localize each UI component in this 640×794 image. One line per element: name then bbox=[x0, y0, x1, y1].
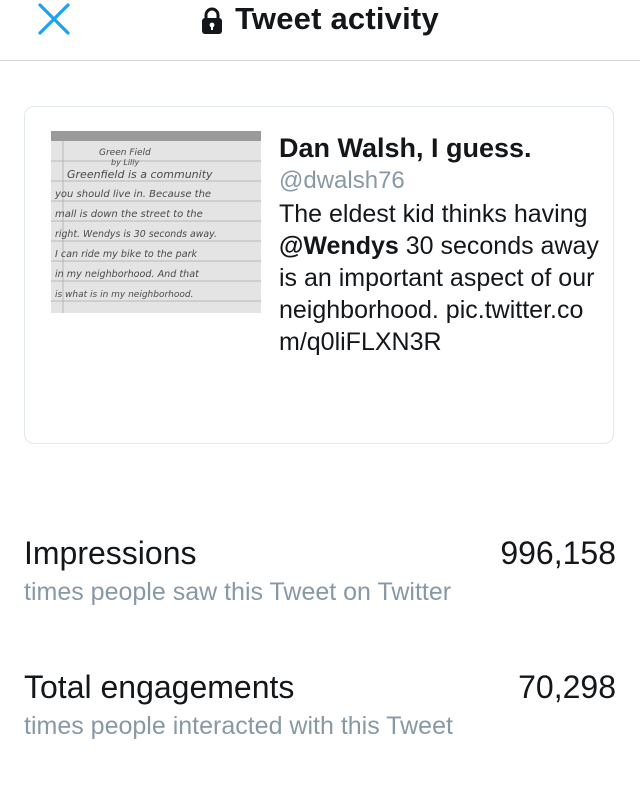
note-line: I can ride my bike to the park bbox=[55, 249, 198, 260]
metric-row: Total engagements 70,298 bbox=[24, 668, 616, 706]
tweet-card[interactable]: Green Field by Lilly Greenfield is a com… bbox=[24, 106, 614, 444]
note-line: Greenfield is a community bbox=[67, 168, 213, 181]
tweet-body: The eldest kid thinks having @Wendys 30 … bbox=[279, 198, 599, 358]
page-title: Tweet activity bbox=[235, 1, 439, 36]
header-bar: Tweet activity bbox=[0, 0, 640, 61]
impressions-metric: Impressions 996,158 times people saw thi… bbox=[24, 534, 616, 608]
note-line: mall is down the street to the bbox=[55, 209, 203, 220]
metric-label: Impressions bbox=[24, 535, 197, 571]
note-line: Green Field bbox=[99, 148, 151, 158]
handwritten-note-image: Green Field by Lilly Greenfield is a com… bbox=[51, 131, 261, 313]
metric-value: 70,298 bbox=[518, 669, 616, 705]
tweet-text-before: The eldest kid thinks having bbox=[279, 200, 588, 228]
tweet-image[interactable]: Green Field by Lilly Greenfield is a com… bbox=[51, 131, 261, 313]
metric-value: 996,158 bbox=[500, 535, 616, 571]
header-title-group: Tweet activity bbox=[0, 0, 640, 38]
mention-link[interactable]: @Wendys bbox=[279, 232, 399, 260]
note-line: you should live in. Because the bbox=[54, 189, 211, 200]
lock-icon bbox=[202, 7, 223, 34]
metric-label: Total engagements bbox=[24, 669, 295, 705]
author-name[interactable]: Dan Walsh, I guess. bbox=[279, 131, 599, 165]
metric-row: Impressions 996,158 bbox=[24, 534, 616, 572]
note-line: is what is in my neighborhood. bbox=[55, 290, 193, 300]
engagements-metric: Total engagements 70,298 times people in… bbox=[24, 668, 616, 742]
note-line: in my neighborhood. And that bbox=[55, 269, 200, 280]
metric-description: times people interacted with this Tweet bbox=[24, 712, 453, 740]
tweet-content: Dan Walsh, I guess. @dwalsh76 The eldest… bbox=[279, 131, 599, 358]
metric-description: times people saw this Tweet on Twitter bbox=[24, 578, 452, 606]
author-handle[interactable]: @dwalsh76 bbox=[279, 166, 599, 196]
note-line: right. Wendys is 30 seconds away. bbox=[55, 229, 217, 240]
note-line: by Lilly bbox=[111, 158, 139, 167]
